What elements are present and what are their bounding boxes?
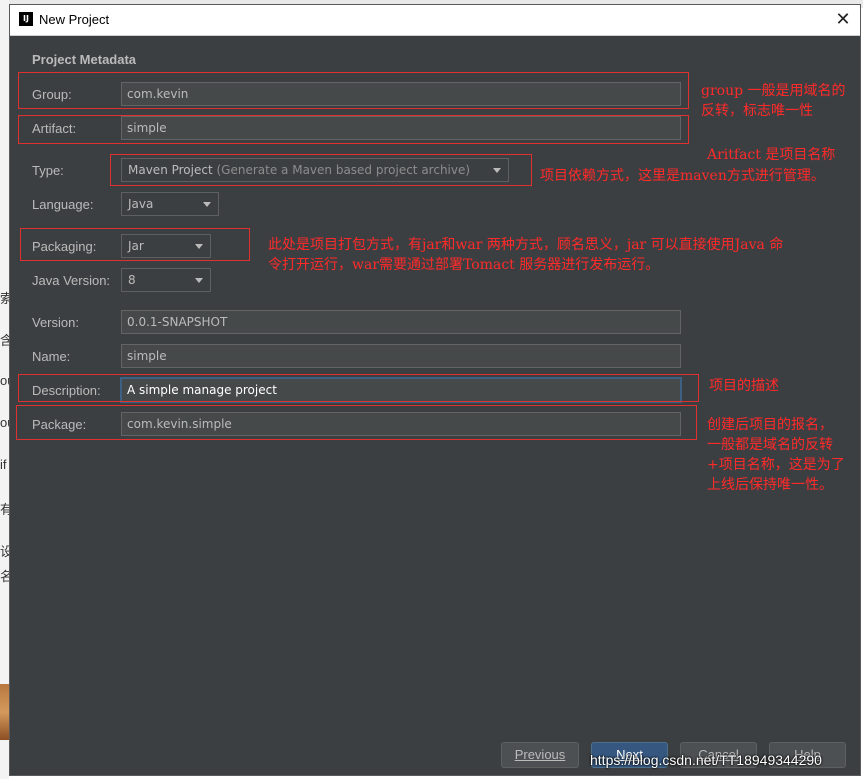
title-bar: IJ New Project ✕ <box>10 5 860 36</box>
type-note: 项目依赖方式，这里是maven方式进行管理。 <box>540 168 825 184</box>
watermark-url: https://blog.csdn.net/TT18949344290 <box>590 752 822 768</box>
package-note-line4: 上线后保持唯一性。 <box>707 477 833 493</box>
description-note: 项目的描述 <box>709 378 779 394</box>
section-title: Project Metadata <box>32 52 137 67</box>
packaging-highlight-box <box>20 228 250 261</box>
background-image <box>0 684 9 740</box>
package-note-line3: +项目名称，这是为了 <box>707 457 845 473</box>
java-version-label: Java Version: <box>32 273 111 288</box>
packaging-note-line1: 此处是项目打包方式，有jar和war 两种方式，顾名思义，jar 可以直接使用J… <box>268 237 784 253</box>
close-icon[interactable]: ✕ <box>832 9 854 31</box>
name-label: Name: <box>32 349 71 364</box>
chevron-down-icon <box>203 202 211 207</box>
description-highlight-box <box>18 374 699 402</box>
chevron-down-icon <box>195 278 203 283</box>
background-page <box>0 0 9 779</box>
package-note-line2: 一般都是域名的反转 <box>707 437 833 453</box>
artifact-note: Aritfact 是项目名称 <box>707 147 836 163</box>
java-version-dropdown[interactable]: 8 <box>121 268 211 292</box>
group-note-line1: group 一般是用域名的 <box>701 83 846 99</box>
language-value: Java <box>128 197 154 211</box>
package-note-line1: 创建后项目的报名， <box>707 417 833 433</box>
artifact-highlight-box <box>18 115 689 144</box>
packaging-note-line2: 令打开运行，war需要通过部署Tomact 服务器进行发布运行。 <box>268 257 660 273</box>
window-title: New Project <box>39 12 110 27</box>
intellij-icon: IJ <box>19 12 33 26</box>
previous-button[interactable]: Previous <box>501 742 579 768</box>
java-version-value: 8 <box>128 273 136 287</box>
package-highlight-box <box>16 405 697 440</box>
background-text: if <box>0 457 7 472</box>
version-label: Version: <box>32 315 79 330</box>
type-label: Type: <box>32 163 64 178</box>
group-note-line2: 反转，标志唯一性 <box>701 103 813 119</box>
language-dropdown[interactable]: Java <box>121 192 219 216</box>
name-field[interactable]: simple <box>121 344 681 368</box>
language-label: Language: <box>32 197 94 212</box>
version-field[interactable]: 0.0.1-SNAPSHOT <box>121 310 681 334</box>
group-highlight-box <box>18 72 689 109</box>
type-highlight-box <box>110 154 532 186</box>
